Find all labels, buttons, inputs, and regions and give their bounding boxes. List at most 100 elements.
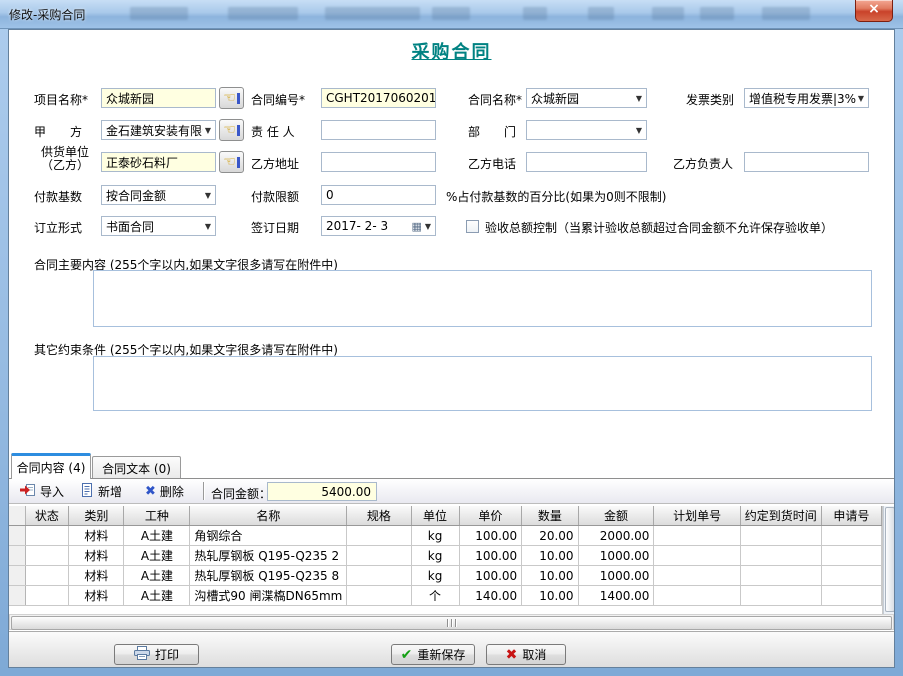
delete-row-button[interactable]: ✖ 删除 (141, 481, 188, 502)
column-header[interactable]: 状态 (25, 506, 69, 526)
column-header[interactable]: 规格 (347, 506, 411, 526)
table-cell[interactable] (740, 526, 821, 546)
table-cell[interactable]: kg (411, 566, 459, 586)
contract-name-dropdown[interactable]: 众城新园▼ (526, 88, 647, 108)
table-cell[interactable] (654, 566, 740, 586)
table-cell[interactable]: kg (411, 546, 459, 566)
contract-no-field[interactable]: CGHT2017060201 (321, 88, 436, 108)
column-header[interactable]: 工种 (124, 506, 190, 526)
table-row[interactable]: 材料A土建热轧厚钢板 Q195-Q235 2 kg100.0010.001000.… (9, 546, 882, 566)
column-header[interactable]: 单位 (411, 506, 459, 526)
table-cell[interactable]: 材料 (69, 546, 124, 566)
table-cell[interactable] (654, 526, 740, 546)
invoice-type-dropdown[interactable]: 增值税专用发票|3%▼ (744, 88, 869, 108)
party-a-picker-button[interactable]: ☜ (219, 119, 244, 141)
b-phone-field[interactable] (526, 152, 647, 172)
table-cell[interactable] (821, 566, 881, 586)
table-cell[interactable]: kg (411, 526, 459, 546)
department-dropdown[interactable]: ▼ (526, 120, 647, 140)
table-cell[interactable]: 10.00 (522, 546, 578, 566)
table-cell[interactable] (347, 566, 411, 586)
table-cell[interactable]: 热轧厚钢板 Q195-Q235 8 (190, 566, 347, 586)
table-cell[interactable] (25, 546, 69, 566)
table-cell[interactable] (347, 526, 411, 546)
row-selector[interactable] (9, 566, 25, 586)
table-cell[interactable]: 材料 (69, 526, 124, 546)
table-cell[interactable] (740, 546, 821, 566)
row-selector[interactable] (9, 546, 25, 566)
b-address-field[interactable] (321, 152, 436, 172)
pay-limit-field[interactable]: 0 (321, 185, 436, 205)
table-cell[interactable] (25, 586, 69, 606)
supplier-field[interactable]: 正泰砂石料厂 (101, 152, 216, 172)
table-cell[interactable]: 20.00 (522, 526, 578, 546)
table-row[interactable]: 材料A土建角钢综合kg100.0020.002000.00 (9, 526, 882, 546)
table-cell[interactable] (821, 586, 881, 606)
column-header[interactable]: 单价 (459, 506, 522, 526)
cancel-button[interactable]: ✖ 取消 (486, 644, 566, 665)
table-cell[interactable] (347, 586, 411, 606)
b-person-field[interactable] (744, 152, 869, 172)
scrollbar-thumb[interactable] (885, 507, 895, 612)
table-cell[interactable]: 热轧厚钢板 Q195-Q235 2 (190, 546, 347, 566)
table-cell[interactable]: 角钢综合 (190, 526, 347, 546)
supplier-picker-button[interactable]: ☜ (219, 151, 244, 173)
project-field[interactable]: 众城新园 (101, 88, 216, 108)
column-header[interactable]: 计划单号 (654, 506, 740, 526)
pay-base-dropdown[interactable]: 按合同金额▼ (101, 185, 216, 205)
tab-contract-content[interactable]: 合同内容 (4) (11, 453, 91, 479)
column-header[interactable]: 类别 (69, 506, 124, 526)
tab-contract-text[interactable]: 合同文本 (0) (92, 456, 181, 479)
table-cell[interactable]: A土建 (124, 586, 190, 606)
table-row[interactable]: 材料A土建沟槽式90 闸渫槗DN65mm个140.0010.001400.00 (9, 586, 882, 606)
column-header[interactable]: 名称 (190, 506, 347, 526)
table-cell[interactable]: 100.00 (459, 566, 522, 586)
table-cell[interactable] (654, 546, 740, 566)
acceptance-total-checkbox[interactable] (466, 220, 479, 233)
close-button[interactable]: × (855, 0, 893, 22)
add-row-button[interactable]: 新增 (76, 481, 126, 502)
table-cell[interactable]: 个 (411, 586, 459, 606)
contract-items-grid[interactable]: 状态类别工种名称规格单位单价数量金额计划单号约定到货时间申请号材料A土建角钢综合… (9, 506, 883, 614)
row-selector[interactable] (9, 526, 25, 546)
table-cell[interactable] (821, 546, 881, 566)
scrollbar-thumb[interactable] (11, 616, 892, 630)
main-content-textarea[interactable] (93, 270, 872, 327)
column-header[interactable]: 金额 (578, 506, 654, 526)
column-header[interactable]: 数量 (522, 506, 578, 526)
table-cell[interactable] (347, 546, 411, 566)
table-cell[interactable]: 沟槽式90 闸渫槗DN65mm (190, 586, 347, 606)
table-cell[interactable]: 材料 (69, 586, 124, 606)
table-cell[interactable] (25, 526, 69, 546)
save-button[interactable]: ✔ 重新保存 (391, 644, 475, 665)
table-cell[interactable] (654, 586, 740, 606)
import-button[interactable]: 导入 (16, 481, 68, 502)
project-picker-button[interactable]: ☜ (219, 87, 244, 109)
table-cell[interactable] (740, 586, 821, 606)
table-cell[interactable]: A土建 (124, 566, 190, 586)
column-header[interactable]: 约定到货时间 (740, 506, 821, 526)
table-cell[interactable] (740, 566, 821, 586)
party-a-dropdown[interactable]: 金石建筑安装有限公▼ (101, 120, 216, 140)
table-cell[interactable] (821, 526, 881, 546)
grid-vertical-scrollbar[interactable] (883, 506, 895, 614)
contract-amount-field[interactable]: 5400.00 (267, 482, 377, 501)
table-cell[interactable]: 2000.00 (578, 526, 654, 546)
other-terms-textarea[interactable] (93, 356, 872, 411)
grid-horizontal-scrollbar[interactable] (9, 614, 894, 630)
table-cell[interactable]: 10.00 (522, 586, 578, 606)
table-cell[interactable]: A土建 (124, 526, 190, 546)
table-cell[interactable] (25, 566, 69, 586)
title-bar[interactable]: 修改-采购合同 × (0, 0, 903, 29)
table-cell[interactable]: 1000.00 (578, 546, 654, 566)
table-cell[interactable]: 100.00 (459, 546, 522, 566)
table-row[interactable]: 材料A土建热轧厚钢板 Q195-Q235 8kg100.0010.001000.… (9, 566, 882, 586)
sign-date-picker[interactable]: 2017- 2- 3 ▦▼ (321, 216, 436, 236)
table-cell[interactable]: 材料 (69, 566, 124, 586)
table-cell[interactable]: 1400.00 (578, 586, 654, 606)
order-form-dropdown[interactable]: 书面合同▼ (101, 216, 216, 236)
table-cell[interactable]: A土建 (124, 546, 190, 566)
column-header[interactable]: 申请号 (821, 506, 881, 526)
responsible-field[interactable] (321, 120, 436, 140)
row-selector[interactable] (9, 586, 25, 606)
